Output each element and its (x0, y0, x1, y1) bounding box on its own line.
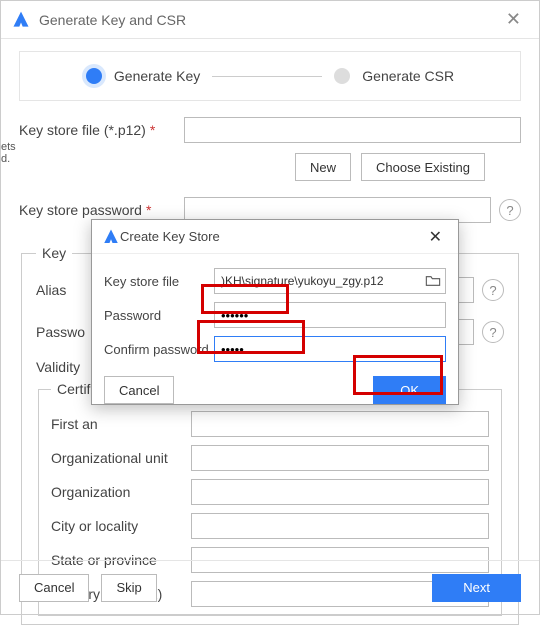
app-logo-icon (11, 10, 31, 30)
keystore-password-help-icon[interactable]: ? (499, 199, 521, 221)
city-label: City or locality (51, 518, 191, 534)
key-group-legend: Key (36, 245, 72, 261)
city-row: City or locality (51, 513, 489, 539)
dialog-logo-icon (102, 228, 120, 246)
step-generate-csr-label: Generate CSR (362, 68, 454, 84)
ou-input[interactable] (191, 445, 489, 471)
cutoff-text: ets d. (1, 141, 7, 165)
skip-button[interactable]: Skip (101, 574, 156, 602)
first-name-input[interactable] (191, 411, 489, 437)
step-generate-key-label: Generate Key (114, 68, 200, 84)
ou-label: Organizational unit (51, 450, 191, 466)
window-title: Generate Key and CSR (39, 12, 186, 28)
dialog-ok-button[interactable]: OK (373, 376, 446, 404)
dialog-file-value: )KH\signature\yukoyu_zgy.p12 (221, 274, 421, 288)
keystore-file-label: Key store file (*.p12)* (19, 122, 184, 138)
dialog-footer: Cancel OK (104, 376, 446, 404)
titlebar: Generate Key and CSR ✕ (1, 1, 539, 39)
ou-row: Organizational unit (51, 445, 489, 471)
dialog-confirm-label: Confirm password (104, 342, 214, 357)
footer: Cancel Skip Next (1, 560, 539, 614)
wizard-steps: Generate Key Generate CSR (19, 51, 521, 101)
key-password-help-icon[interactable]: ? (482, 321, 504, 343)
dialog-cancel-button[interactable]: Cancel (104, 376, 174, 404)
keystore-password-label: Key store password* (19, 202, 184, 218)
keystore-file-row: Key store file (*.p12)* (19, 117, 521, 143)
step-generate-key-icon (86, 68, 102, 84)
choose-existing-button[interactable]: Choose Existing (361, 153, 485, 181)
main-window: Generate Key and CSR ✕ ets d. Generate K… (0, 0, 540, 615)
step-connector (212, 76, 322, 77)
step-generate-csr-icon (334, 68, 350, 84)
dialog-body: Key store file )KH\signature\yukoyu_zgy.… (92, 254, 458, 414)
window-close-button[interactable]: ✕ (498, 5, 529, 34)
org-label: Organization (51, 484, 191, 500)
keystore-file-buttons: New Choose Existing (19, 153, 485, 181)
org-row: Organization (51, 479, 489, 505)
dialog-titlebar: Create Key Store ✕ (92, 220, 458, 254)
city-input[interactable] (191, 513, 489, 539)
first-name-row: First an (51, 411, 489, 437)
dialog-file-field[interactable]: )KH\signature\yukoyu_zgy.p12 (214, 268, 446, 294)
keystore-file-input[interactable] (184, 117, 521, 143)
dialog-confirm-input[interactable] (214, 336, 446, 362)
new-button[interactable]: New (295, 153, 351, 181)
first-name-label: First an (51, 416, 191, 432)
dialog-password-input[interactable] (214, 302, 446, 328)
dialog-confirm-row: Confirm password (104, 336, 446, 362)
org-input[interactable] (191, 479, 489, 505)
dialog-file-row: Key store file )KH\signature\yukoyu_zgy.… (104, 268, 446, 294)
dialog-close-button[interactable]: ✕ (423, 225, 448, 249)
dialog-file-label: Key store file (104, 274, 214, 289)
dialog-password-row: Password (104, 302, 446, 328)
cancel-button[interactable]: Cancel (19, 574, 89, 602)
folder-icon[interactable] (425, 274, 441, 288)
dialog-password-label: Password (104, 308, 214, 323)
create-keystore-dialog: Create Key Store ✕ Key store file )KH\si… (91, 219, 459, 405)
dialog-title: Create Key Store (120, 229, 220, 244)
alias-help-icon[interactable]: ? (482, 279, 504, 301)
next-button[interactable]: Next (432, 574, 521, 602)
